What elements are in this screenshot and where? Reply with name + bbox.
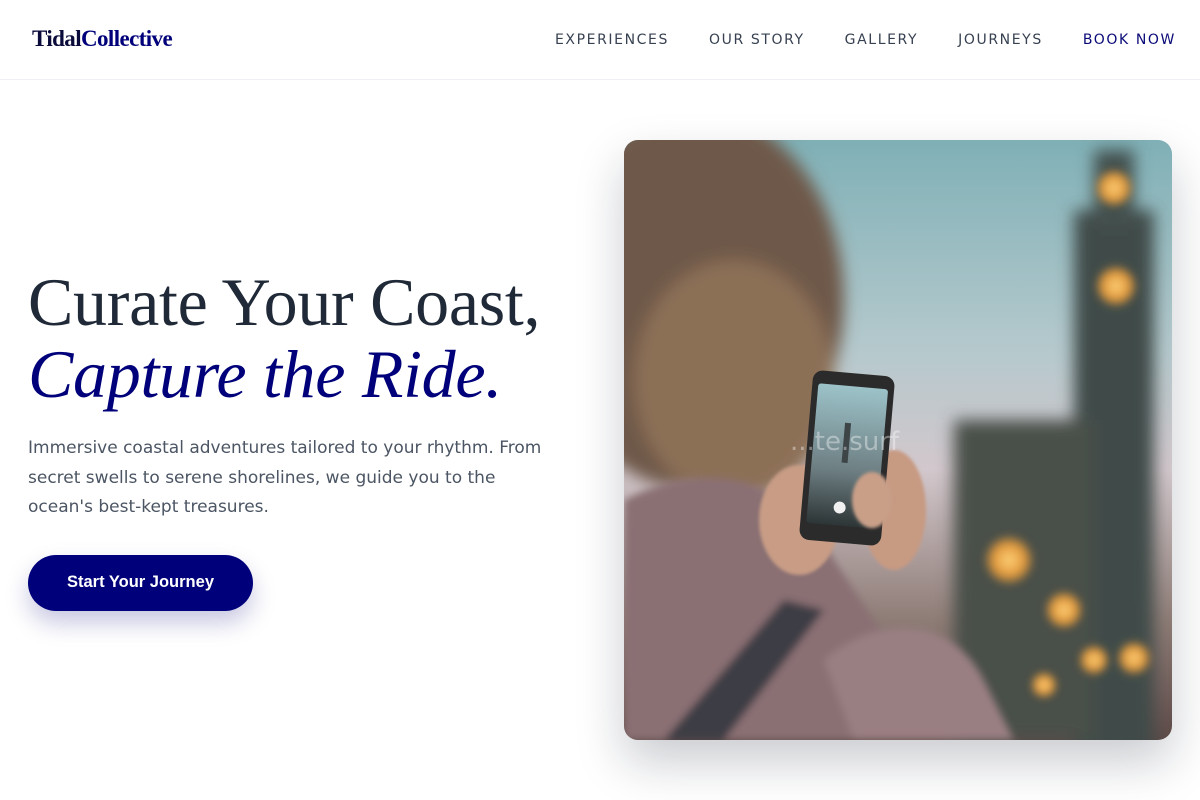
nav-link-experiences[interactable]: EXPERIENCES <box>555 31 669 49</box>
hero-description: Immersive coastal adventures tailored to… <box>28 438 542 517</box>
hero-section: Curate Your Coast, Capture the Ride. Imm… <box>28 266 608 611</box>
nav-link-gallery[interactable]: GALLERY <box>845 31 918 49</box>
top-navbar: TidalCollective EXPERIENCES OUR STORY GA… <box>0 0 1200 80</box>
hero-headline: Curate Your Coast, Capture the Ride. <box>28 266 608 410</box>
nav-link-our-story[interactable]: OUR STORY <box>709 31 805 49</box>
nav-book-now-link[interactable]: BOOK NOW <box>1083 31 1176 49</box>
headline-line-1: Curate Your Coast, <box>28 264 541 340</box>
main-nav: EXPERIENCES OUR STORY GALLERY JOURNEYS B… <box>555 31 1176 49</box>
hero-photo-illustration <box>624 140 1154 740</box>
headline-line-2: Capture the Ride. <box>28 336 502 412</box>
brand-part2: Collective <box>81 26 173 51</box>
nav-link-journeys[interactable]: JOURNEYS <box>958 31 1043 49</box>
hero-photo <box>624 140 1172 740</box>
brand-logo[interactable]: TidalCollective <box>32 26 173 52</box>
start-journey-button[interactable]: Start Your Journey <box>28 554 253 611</box>
brand-part1: Tidal <box>32 26 82 51</box>
